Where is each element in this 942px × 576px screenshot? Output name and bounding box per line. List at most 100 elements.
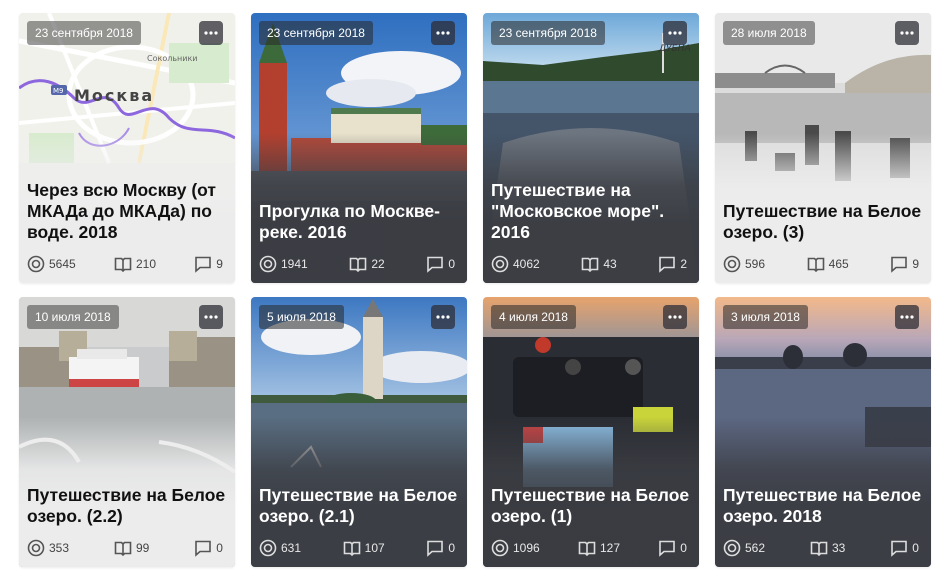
eye-circle-icon	[723, 539, 741, 557]
comment-bubble-icon	[427, 256, 444, 273]
views-count: 1096	[513, 541, 540, 555]
comment-bubble-icon	[195, 256, 212, 273]
article-card[interactable]: 4 июля 2018 Путешествие на Белое озеро. …	[483, 297, 699, 567]
views-stat: 353	[27, 539, 69, 557]
more-dots-icon[interactable]	[199, 305, 223, 329]
open-book-icon	[114, 257, 132, 273]
reads-count: 43	[603, 257, 617, 271]
comments-stat: 0	[890, 539, 919, 557]
views-stat: 631	[259, 539, 301, 557]
comments-count: 0	[912, 541, 919, 555]
card-date: 23 сентября 2018	[259, 21, 373, 45]
comments-count: 0	[448, 541, 455, 555]
reads-count: 210	[135, 257, 157, 271]
eye-circle-icon	[491, 255, 509, 273]
views-stat: 1941	[259, 255, 308, 273]
views-stat: 596	[723, 255, 765, 273]
card-date: 10 июля 2018	[27, 305, 119, 329]
eye-circle-icon	[259, 539, 277, 557]
comments-stat: 0	[658, 539, 687, 557]
reads-stat: 127	[578, 539, 620, 557]
card-title[interactable]: Путешествие на Белое озеро. (1)	[491, 485, 691, 527]
eye-circle-icon	[259, 255, 277, 273]
card-stats: 562 33 0	[723, 539, 919, 557]
comment-bubble-icon	[659, 256, 676, 273]
article-card[interactable]: 3 июля 2018 Путешествие на Белое озеро. …	[715, 297, 931, 567]
comments-count: 0	[448, 257, 455, 271]
card-date: 23 сентября 2018	[27, 21, 141, 45]
card-date: 23 сентября 2018	[491, 21, 605, 45]
card-date: 4 июля 2018	[491, 305, 576, 329]
card-stats: 1941 22 0	[259, 255, 455, 273]
reads-count: 465	[828, 257, 849, 271]
card-title[interactable]: Путешествие на Белое озеро. (2.2)	[27, 485, 227, 527]
card-stats: 353 99 0	[27, 539, 223, 557]
article-card[interactable]: 28 июля 2018 Путешествие на Белое озеро.…	[715, 13, 931, 283]
more-dots-icon[interactable]	[431, 305, 455, 329]
reads-count: 127	[599, 541, 621, 555]
article-card[interactable]: Москва Сокольники М9 23 сентября 2018 Че…	[19, 13, 235, 283]
open-book-icon	[343, 541, 360, 557]
comment-bubble-icon	[891, 540, 908, 557]
card-title[interactable]: Путешествие на Белое озеро. (2.1)	[259, 485, 459, 527]
card-date: 28 июля 2018	[723, 21, 815, 45]
articles-grid: Москва Сокольники М9 23 сентября 2018 Че…	[0, 0, 942, 576]
reads-stat: 43	[581, 255, 617, 273]
reads-stat: 210	[114, 255, 156, 273]
comments-count: 0	[216, 541, 223, 555]
card-title[interactable]: Прогулка по Москве-реке. 2016	[259, 201, 459, 243]
comments-count: 9	[912, 257, 919, 271]
article-card[interactable]: 23 сентября 2018 Прогулка по Москве-реке…	[251, 13, 467, 283]
open-book-icon	[807, 257, 824, 273]
comments-stat: 2	[658, 255, 687, 273]
more-dots-icon[interactable]	[663, 21, 687, 45]
more-dots-icon[interactable]	[431, 21, 455, 45]
more-dots-icon[interactable]	[895, 305, 919, 329]
eye-circle-icon	[723, 255, 741, 273]
card-stats: 596 465 9	[723, 255, 919, 273]
views-stat: 4062	[491, 255, 540, 273]
article-card[interactable]: 10 июля 2018 Путешествие на Белое озеро.…	[19, 297, 235, 567]
open-book-icon	[810, 541, 828, 557]
map-district-label: Сокольники	[147, 54, 198, 63]
map-route-label: М9	[53, 87, 64, 95]
views-count: 5645	[49, 257, 76, 271]
comment-bubble-icon	[891, 256, 908, 273]
reads-stat: 22	[349, 255, 385, 273]
card-title[interactable]: Через всю Москву (от МКАДа до МКАДа) по …	[27, 180, 227, 243]
comments-count: 9	[216, 257, 223, 271]
reads-count: 33	[831, 541, 846, 555]
article-card[interactable]: 5 июля 2018 Путешествие на Белое озеро. …	[251, 297, 467, 567]
comment-bubble-icon	[659, 540, 676, 557]
views-count: 4062	[513, 257, 540, 271]
comments-stat: 0	[426, 255, 455, 273]
card-date: 5 июля 2018	[259, 305, 344, 329]
eye-circle-icon	[27, 539, 45, 557]
card-title[interactable]: Путешествие на Белое озеро. 2018	[723, 485, 923, 527]
card-stats: 1096 127 0	[491, 539, 687, 557]
views-count: 353	[49, 541, 70, 555]
card-title[interactable]: Путешествие на Белое озеро. (3)	[723, 201, 923, 243]
views-stat: 5645	[27, 255, 76, 273]
views-count: 631	[281, 541, 302, 555]
more-dots-icon[interactable]	[895, 21, 919, 45]
eye-circle-icon	[491, 539, 509, 557]
views-count: 596	[745, 257, 766, 271]
more-dots-icon[interactable]	[663, 305, 687, 329]
reads-stat: 99	[114, 539, 149, 557]
open-book-icon	[578, 541, 596, 557]
comments-count: 2	[680, 257, 687, 271]
card-stats: 4062 43 2	[491, 255, 687, 273]
more-dots-icon[interactable]	[199, 21, 223, 45]
article-card[interactable]: ДУБНА 23 сентября 2018 Путешествие на "М…	[483, 13, 699, 283]
card-title[interactable]: Путешествие на "Московское море". 2016	[491, 180, 691, 243]
open-book-icon	[114, 541, 132, 557]
reads-count: 22	[371, 257, 385, 271]
reads-stat: 465	[807, 255, 849, 273]
comment-bubble-icon	[427, 540, 444, 557]
comments-count: 0	[680, 541, 687, 555]
views-count: 1941	[281, 257, 308, 271]
views-stat: 562	[723, 539, 765, 557]
sign-text: ДУБНА	[658, 44, 691, 54]
open-book-icon	[350, 257, 367, 273]
